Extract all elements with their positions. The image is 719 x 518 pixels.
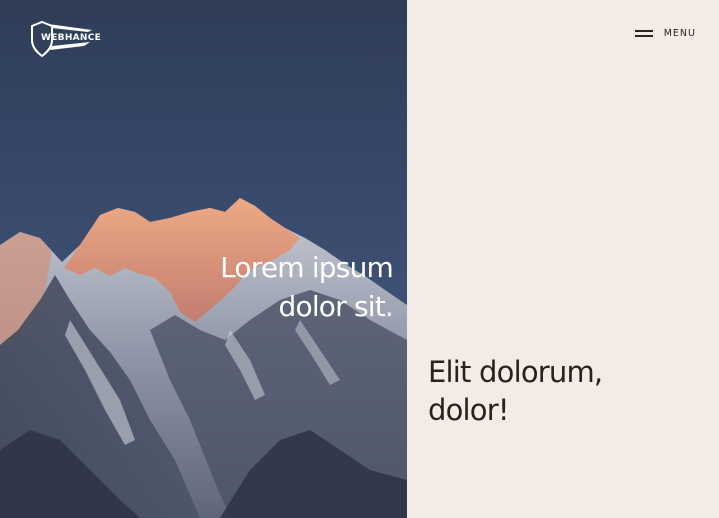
text-panel: MENU Elit dolorum, dolor! [407, 0, 719, 518]
hero-image-panel: WEBHANCE Lorem ipsum dolor sit. [0, 0, 407, 518]
menu-button[interactable]: MENU [634, 28, 696, 39]
hero-right-line-1: Elit dolorum, [428, 355, 603, 389]
menu-label: MENU [663, 28, 696, 39]
hero-right-heading: Elit dolorum, dolor! [428, 353, 603, 429]
page: WEBHANCE Lorem ipsum dolor sit. MENU Eli… [0, 0, 719, 518]
brand-logo[interactable]: WEBHANCE [30, 20, 101, 58]
hero-left-line-2: dolor sit. [278, 290, 394, 323]
hero-left-line-1: Lorem ipsum [220, 251, 394, 284]
hero-right-line-2: dolor! [428, 393, 510, 427]
hero-left-heading: Lorem ipsum dolor sit. [220, 248, 394, 326]
hamburger-icon [634, 29, 653, 38]
brand-logo-text: WEBHANCE [41, 33, 102, 43]
